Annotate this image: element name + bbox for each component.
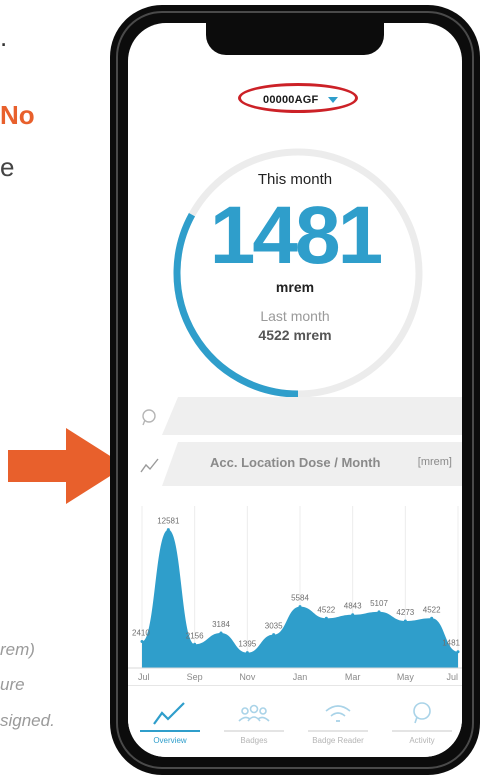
slide-text-fragment: . <box>0 22 8 52</box>
chart-x-tick-label: Jul <box>138 672 150 682</box>
slide-italic-line: rem) <box>0 640 35 659</box>
chart-line-icon <box>128 442 178 486</box>
app-screen: 00000AGF This month 1481 mrem Last month… <box>128 23 462 757</box>
chevron-down-icon <box>328 97 338 103</box>
chart-data-label: 4843 <box>344 602 362 611</box>
chart-point <box>140 639 144 643</box>
chart-point <box>193 642 197 646</box>
nav-indicator <box>392 730 452 732</box>
device-id: 00000AGF <box>263 94 319 106</box>
chart-point <box>245 651 249 655</box>
period-label: This month <box>257 171 333 188</box>
chart-x-tick-label: Nov <box>239 672 256 682</box>
chart-point <box>456 650 460 654</box>
nav-activity[interactable]: Activity <box>380 686 462 757</box>
chart-header[interactable]: Acc. Location Dose / Month [mrem] <box>128 442 462 486</box>
chart-data-label: 4273 <box>396 608 414 617</box>
dose-value: 1481 <box>209 190 383 281</box>
chart-x-tick-label: May <box>397 672 415 682</box>
speech-bubble-icon <box>413 702 431 724</box>
slide-italic-line: ure <box>0 675 25 694</box>
wifi-icon <box>325 705 351 722</box>
chart-x-tick-label: Sep <box>187 672 203 682</box>
chart-data-label: 3035 <box>265 622 283 631</box>
chart-x-tick-label: Jan <box>293 672 308 682</box>
nav-badge-reader[interactable]: Badge Reader <box>296 686 380 757</box>
previous-period-label: Last month <box>260 308 330 324</box>
chart-title: Acc. Location Dose / Month <box>210 455 381 470</box>
chart-data-label: 5107 <box>370 599 388 608</box>
previous-period-value: 4522 mrem <box>258 327 332 343</box>
chart-point <box>430 616 434 620</box>
slide-text-fragment: e <box>0 152 15 182</box>
nav-active-indicator <box>140 730 200 732</box>
dose-unit: mrem <box>275 279 315 295</box>
device-selector[interactable]: 00000AGF <box>238 83 358 113</box>
chart-data-label: 5584 <box>291 594 309 603</box>
chart-point <box>351 613 355 617</box>
nav-label: Overview <box>153 736 187 745</box>
dose-area-chart: 2410 12581 2156 3184 1395 3035 5584 4522 4843 510… <box>128 506 462 682</box>
chart-point <box>166 528 170 532</box>
nav-label: Badges <box>240 736 268 745</box>
chart-data-label: 2156 <box>186 631 204 640</box>
chart-point <box>272 633 276 637</box>
chart-line-icon <box>153 702 185 725</box>
bottom-nav: Overview Badges Badge Reader Activity <box>128 685 462 757</box>
chart-x-tick-label: Mar <box>345 672 361 682</box>
chart-data-label: 2410 <box>132 628 150 637</box>
chart-data-label: 4522 <box>423 605 441 614</box>
nav-overview[interactable]: Overview <box>128 686 212 757</box>
slide-italic-line: signed. <box>0 711 55 730</box>
chart-data-label: 3184 <box>212 620 230 629</box>
chart-data-label: 1481 <box>442 639 460 648</box>
speech-bubble-icon <box>128 397 178 435</box>
nav-label: Activity <box>409 736 435 745</box>
arrow-right-icon <box>8 428 126 504</box>
nav-label: Badge Reader <box>312 736 364 745</box>
chart-data-label: 4522 <box>317 605 335 614</box>
phone-frame: 00000AGF This month 1481 mrem Last month… <box>110 5 480 775</box>
slide-orange-word: No <box>0 100 35 130</box>
activity-strip[interactable] <box>128 397 462 435</box>
nav-indicator <box>224 730 284 732</box>
people-icon <box>238 704 270 722</box>
nav-indicator <box>308 730 368 732</box>
chart-point <box>298 605 302 609</box>
chart-x-tick-label: Jul <box>446 672 458 682</box>
chart-data-label: 1395 <box>238 640 256 649</box>
chart-unit: [mrem] <box>417 456 452 468</box>
chart-data-label: 12581 <box>157 517 180 526</box>
chart-point <box>377 610 381 614</box>
chart-point <box>403 619 407 623</box>
chart-point <box>219 631 223 635</box>
nav-badges[interactable]: Badges <box>212 686 296 757</box>
chart-point <box>324 616 328 620</box>
phone-notch <box>206 23 384 55</box>
